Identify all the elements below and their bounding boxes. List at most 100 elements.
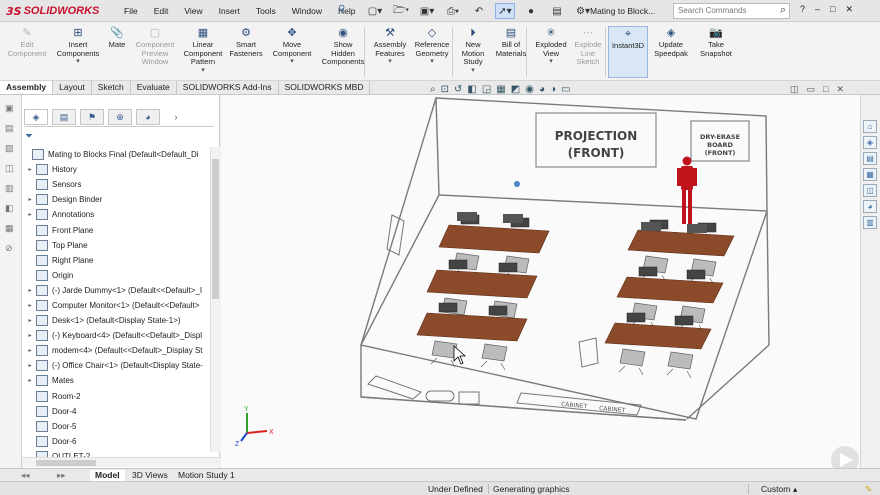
assembly-model[interactable]: PROJECTION (FRONT) DRY-ERASE BOARD (FRON…	[221, 95, 860, 468]
tab-layout[interactable]: Layout	[53, 81, 92, 94]
office-chair[interactable]	[666, 351, 694, 379]
appearances-icon[interactable]: ◕	[863, 200, 877, 213]
tree-node[interactable]: Door-5	[22, 419, 210, 434]
minimize-button[interactable]: –	[815, 4, 820, 15]
computer-monitor[interactable]	[686, 269, 706, 280]
tab-mbd[interactable]: SOLIDWORKS MBD	[279, 81, 371, 94]
linear-component-pattern-button[interactable]: ▦ Linear Component Pattern ▾	[180, 26, 226, 75]
rebuild-status-icon[interactable]: ✎	[865, 484, 872, 495]
tree-node[interactable]: Origin	[22, 268, 210, 283]
tree-horizontal-scrollbar[interactable]	[22, 457, 220, 467]
layers-icon[interactable]: ◫	[5, 163, 17, 175]
expand-arrow-icon[interactable]: ▸	[26, 332, 34, 339]
tree-vertical-scrollbar[interactable]	[210, 147, 220, 452]
office-chair[interactable]	[457, 212, 477, 221]
display-icon[interactable]: ◧	[5, 203, 17, 215]
file-explorer-icon[interactable]: ▦	[863, 168, 877, 181]
show-hidden-components-button[interactable]: ◉ Show Hidden Components	[319, 26, 367, 67]
linear-component-pattern-dropdown-icon[interactable]: ▾	[201, 67, 205, 76]
assembly-features-dropdown-icon[interactable]: ▾	[388, 58, 392, 67]
select-icon[interactable]: ➚▾	[495, 3, 515, 19]
desk[interactable]	[604, 322, 712, 350]
exploded-view-dropdown-icon[interactable]: ▾	[549, 58, 553, 67]
propertymanager-tab-icon[interactable]: ▤	[52, 109, 76, 125]
computer-monitor[interactable]	[498, 262, 518, 273]
reference-geometry-dropdown-icon[interactable]: ▾	[430, 58, 434, 67]
tab-assembly[interactable]: Assembly	[0, 81, 54, 94]
previous-view-icon[interactable]: ↺	[454, 84, 462, 95]
desk-layout[interactable]	[416, 212, 735, 379]
dynamic-annotation-icon[interactable]: ◲	[482, 84, 491, 95]
tree-node[interactable]: ▸ Mates	[22, 373, 210, 388]
tree-node[interactable]: ▸ History	[22, 162, 210, 177]
print-icon[interactable]: ⎙▾	[443, 3, 463, 19]
maximize-view-icon[interactable]: □	[823, 84, 828, 95]
tree-node[interactable]: ▸ (-) Jarde Dummy<1> (Default<<Default>_I	[22, 283, 210, 298]
view-orientation-icon[interactable]: ▦	[496, 84, 505, 95]
scroll-thumb[interactable]	[212, 159, 219, 299]
tree-node[interactable]: ▸ modem<4> (Default<<Default>_Display St	[22, 343, 210, 358]
custom-properties-icon[interactable]: ▥	[863, 216, 877, 229]
restore-view-icon[interactable]: ▭	[807, 84, 816, 95]
new-motion-study-button[interactable]: ⏵ New Motion Study ▾	[457, 26, 489, 75]
scenes-icon[interactable]: ◑	[550, 84, 556, 95]
office-chair[interactable]	[687, 224, 707, 233]
tree-node[interactable]: ▸ (-) Office Chair<1> (Default<Display St…	[22, 358, 210, 373]
office-chair[interactable]	[641, 222, 661, 231]
assembly-features-button[interactable]: ⚒ Assembly Features ▾	[370, 26, 410, 67]
edit-component-button[interactable]: ✎ Edit Component	[6, 26, 48, 58]
insert-components-dropdown-icon[interactable]: ▾	[76, 58, 80, 67]
computer-monitor[interactable]	[674, 315, 694, 326]
tab-motion-study-1[interactable]: Motion Study 1	[173, 470, 240, 481]
jarde-dummy[interactable]	[677, 156, 697, 225]
split-view-icon[interactable]: ◫	[790, 84, 799, 95]
tree-node[interactable]: Mating to Blocks Final (Default<Default_…	[22, 147, 210, 162]
reference-geometry-button[interactable]: ◇ Reference Geometry ▾	[412, 26, 452, 67]
solidworks-logo[interactable]: 3S SOLIDWORKS	[6, 4, 99, 18]
tree-node[interactable]: ▸ Computer Monitor<1> (Default<<Default>	[22, 298, 210, 313]
insert-components-button[interactable]: ⊞ Insert Components ▾	[56, 26, 100, 67]
desk[interactable]	[627, 229, 735, 257]
tree-node[interactable]: Front Plane	[22, 222, 210, 237]
expand-arrow-icon[interactable]: ▸	[26, 317, 34, 324]
expand-arrow-icon[interactable]: ▸	[26, 347, 34, 354]
expand-arrow-icon[interactable]: ▸	[26, 287, 34, 294]
new-icon[interactable]: ▢▾	[365, 3, 385, 19]
new-motion-study-dropdown-icon[interactable]: ▾	[471, 67, 475, 76]
configurationmanager-tab-icon[interactable]: ⚑	[80, 109, 104, 125]
desk[interactable]	[426, 269, 538, 299]
filter-icon[interactable]: ⏷	[25, 131, 33, 142]
scroll-left-icon[interactable]: ◂◂	[16, 470, 35, 481]
link-icon[interactable]: ⊘	[5, 243, 17, 255]
graphics-area[interactable]: PROJECTION (FRONT) DRY-ERASE BOARD (FRON…	[221, 95, 860, 468]
close-button[interactable]: ✕	[845, 4, 853, 15]
take-snapshot-button[interactable]: 📷 Take Snapshot	[697, 26, 735, 58]
mate-button[interactable]: 📎 Mate	[104, 26, 130, 50]
tab-addins[interactable]: SOLIDWORKS Add-Ins	[177, 81, 279, 94]
component-icon[interactable]: ▥	[5, 183, 17, 195]
move-component-button[interactable]: ✥ Move Component ▾	[268, 26, 316, 67]
design-library-icon[interactable]: ▤	[863, 152, 877, 165]
section-view-icon[interactable]: ◧	[467, 84, 476, 95]
update-speedpak-button[interactable]: ◈ Update Speedpak	[650, 26, 692, 58]
tab-evaluate[interactable]: Evaluate	[131, 81, 177, 94]
computer-monitor[interactable]	[638, 266, 658, 277]
tree-icon[interactable]: ▤	[5, 123, 17, 135]
tree-node[interactable]: Sensors	[22, 177, 210, 192]
tab-3d-views[interactable]: 3D Views	[127, 470, 173, 481]
sketch-icon[interactable]: ▧	[5, 143, 17, 155]
expand-arrow-icon[interactable]: ▸	[26, 196, 34, 203]
expand-arrow-icon[interactable]: ▸	[26, 211, 34, 218]
tree-node[interactable]: ▸ (-) Keyboard<4> (Default<<Default>_Disp…	[22, 328, 210, 343]
search-commands-input[interactable]: Search Commands ⌕	[673, 3, 790, 19]
expand-arrow-icon[interactable]: ▸	[26, 377, 34, 384]
featuremanager-tab-icon[interactable]: ◈	[24, 109, 48, 125]
units-dropdown-icon[interactable]: ▴	[793, 484, 797, 495]
save-icon[interactable]: ▣▾	[417, 3, 437, 19]
expand-arrow-icon[interactable]: ▸	[26, 362, 34, 369]
view-settings-icon[interactable]: ▭	[561, 84, 570, 95]
menu-file[interactable]: File	[122, 5, 140, 17]
help-icon[interactable]: ?	[800, 4, 805, 15]
expand-arrow-icon[interactable]: ▸	[26, 166, 34, 173]
rebuild-icon[interactable]: ●	[521, 3, 541, 19]
